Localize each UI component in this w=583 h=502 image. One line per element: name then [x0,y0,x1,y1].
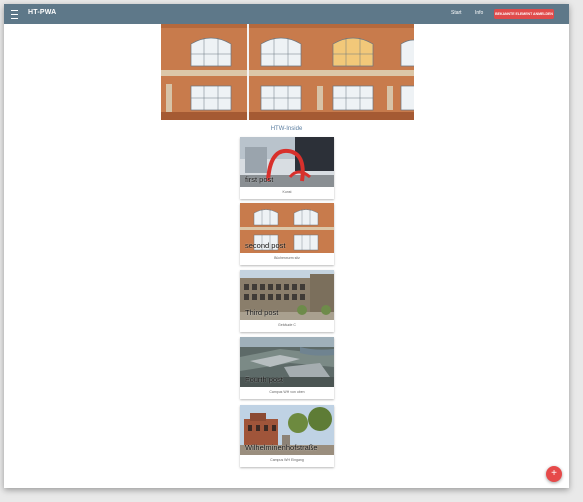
post-title: Third post [245,308,279,317]
app-window: HT-PWA Start Info BEKANNTE ELEMENT ANMEL… [4,4,569,488]
post-card[interactable]: first post Kunst [240,137,334,199]
post-title: Fourth post [245,375,283,384]
post-title: Wilhelminenhofstraße [245,443,318,452]
hero-image [161,24,414,120]
hamburger-menu-icon[interactable] [11,10,18,19]
add-post-button[interactable]: + [546,466,562,482]
post-caption: Kunst [282,190,292,194]
post-card[interactable]: Third post Gebäude C [240,270,334,332]
section-title: HTW-Inside [270,126,303,132]
post-title: first post [245,175,274,184]
post-title: second post [245,241,286,250]
post-card[interactable]: second post Bücherwurm sitz [240,203,334,265]
post-caption: Bücherwurm sitz [274,256,300,260]
nav-info-link[interactable]: Info [475,10,483,16]
post-caption: Campus WH Eingang [270,458,304,462]
post-caption: Gebäude C [278,323,296,327]
post-card[interactable]: Wilhelminenhofstraße Campus WH Eingang [240,405,334,467]
login-button[interactable]: BEKANNTE ELEMENT ANMELDEN [494,9,554,19]
app-bar: HT-PWA Start Info BEKANNTE ELEMENT ANMEL… [4,4,569,24]
app-title[interactable]: HT-PWA [28,9,56,16]
nav-start-link[interactable]: Start [451,10,462,16]
plus-icon: + [551,468,557,479]
post-card[interactable]: Fourth post Campus WH von oben [240,337,334,399]
post-caption: Campus WH von oben [269,390,305,394]
